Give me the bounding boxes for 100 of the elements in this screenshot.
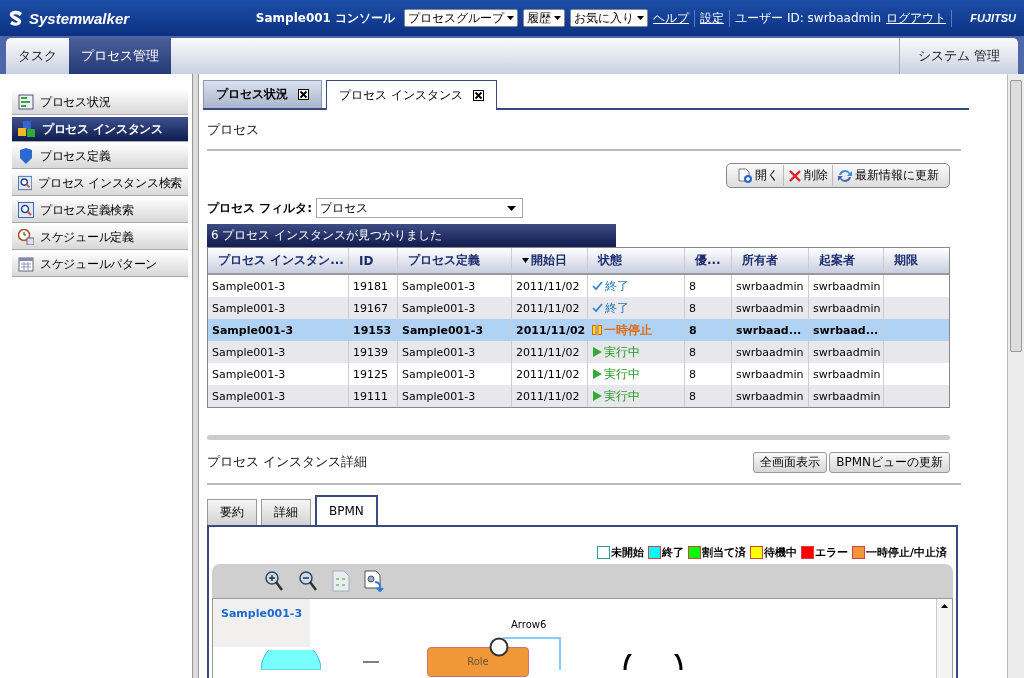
close-icon[interactable] bbox=[472, 90, 484, 101]
boundary-event-circle bbox=[489, 637, 509, 657]
column-header[interactable]: プロセス定義 bbox=[398, 248, 512, 273]
status-text: 実行中 bbox=[604, 365, 640, 383]
column-header[interactable]: プロセス インスタン... bbox=[208, 248, 349, 273]
main-tab[interactable]: タスク bbox=[6, 38, 69, 74]
sidebar-item[interactable]: プロセス インスタンス検索 bbox=[12, 171, 188, 196]
scrollbar[interactable] bbox=[1007, 74, 1024, 678]
sort-icon bbox=[522, 258, 529, 263]
header-link[interactable]: ヘルプ bbox=[653, 9, 696, 27]
check-icon bbox=[592, 281, 603, 291]
view-button[interactable]: BPMNビューの更新 bbox=[829, 452, 950, 473]
console-title: Sample001 コンソール bbox=[255, 9, 396, 27]
logout-link[interactable]: ログアウト bbox=[886, 9, 953, 27]
splitter-handle[interactable] bbox=[192, 74, 199, 678]
menu-dropdown[interactable]: プロセスグループ bbox=[404, 9, 519, 27]
status-text: 終了 bbox=[605, 299, 629, 317]
status-text: 終了 bbox=[605, 277, 629, 295]
calendar-icon bbox=[18, 256, 34, 272]
table-cell: swrbaadmin bbox=[732, 385, 809, 407]
column-header[interactable]: 期限 bbox=[884, 248, 949, 273]
filter-label: プロセス フィルタ: bbox=[207, 199, 312, 217]
action-button[interactable]: 開く bbox=[733, 165, 784, 186]
menu-dropdown[interactable]: 履歴 bbox=[523, 9, 566, 27]
table-row[interactable]: Sample001-3 19111 Sample001-3 2011/11/02 実行中 8 swrbaadmin swrbaadmin bbox=[208, 385, 949, 407]
close-icon bbox=[788, 168, 802, 183]
content-tab[interactable]: プロセス状況 bbox=[203, 80, 322, 108]
table-cell: 2011/11/02 bbox=[512, 385, 588, 407]
main-tab[interactable]: システム 管理 bbox=[898, 38, 1018, 74]
detail-tab[interactable]: 要約 bbox=[207, 499, 257, 525]
sidebar-item[interactable]: プロセス定義検索 bbox=[12, 198, 188, 223]
zoom-out-icon[interactable] bbox=[298, 570, 318, 592]
table-cell: Sample001-3 bbox=[208, 385, 349, 407]
table-cell: 19139 bbox=[349, 341, 398, 363]
connector-line bbox=[503, 637, 561, 670]
status-text: 実行中 bbox=[604, 387, 640, 405]
user-id: ユーザー ID: swrbaadmin bbox=[735, 9, 882, 27]
legend-label: 割当て済 bbox=[701, 545, 746, 560]
main-tab[interactable]: プロセス管理 bbox=[69, 38, 171, 74]
column-header[interactable]: 状態 bbox=[588, 248, 685, 273]
pool-label: Sample001-3 bbox=[213, 599, 311, 647]
detail-tab[interactable]: 詳細 bbox=[261, 499, 311, 525]
flow-line bbox=[363, 661, 379, 663]
search-icon bbox=[18, 202, 34, 218]
table-row[interactable]: Sample001-3 19167 Sample001-3 2011/11/02 終了 8 swrbaadmin swrbaadmin bbox=[208, 297, 949, 319]
zoom-in-icon[interactable] bbox=[264, 570, 284, 592]
app-logo: Systemwalker bbox=[8, 9, 130, 27]
chart-icon bbox=[18, 94, 34, 110]
view-button[interactable]: 全画面表示 bbox=[753, 452, 828, 473]
table-cell: 2011/11/02 bbox=[512, 341, 588, 363]
legend-label: 一時停止/中止済 bbox=[865, 545, 947, 560]
document-plus-icon bbox=[737, 167, 753, 184]
export-icon[interactable] bbox=[364, 570, 384, 592]
action-button[interactable]: 削除 bbox=[784, 165, 833, 186]
sidebar-item[interactable]: スケジュール定義 bbox=[12, 225, 188, 250]
task-node: Role bbox=[427, 647, 529, 677]
scrollbar[interactable] bbox=[936, 599, 952, 678]
caret-icon bbox=[507, 205, 516, 211]
status-text: 一時停止 bbox=[604, 321, 652, 339]
column-header[interactable]: 起案者 bbox=[809, 248, 884, 273]
legend-label: 未開始 bbox=[610, 545, 644, 560]
arrow-label: Arrow6 bbox=[511, 619, 547, 630]
brand-logo: FUJITSU bbox=[970, 12, 1016, 24]
check-icon bbox=[592, 303, 603, 313]
column-header[interactable]: 優... bbox=[685, 248, 732, 273]
sidebar-item[interactable]: プロセス状況 bbox=[12, 90, 188, 115]
action-button[interactable]: 最新情報に更新 bbox=[833, 165, 943, 186]
refresh-icon bbox=[837, 167, 853, 184]
scroll-up-icon[interactable] bbox=[941, 604, 948, 608]
table-cell: 8 bbox=[685, 385, 732, 407]
menu-dropdown[interactable]: お気に入り bbox=[570, 9, 649, 27]
play-icon bbox=[592, 347, 602, 357]
table-cell: swrbaadmin bbox=[732, 341, 809, 363]
column-header[interactable]: 所有者 bbox=[732, 248, 809, 273]
close-icon[interactable] bbox=[298, 89, 309, 100]
play-icon bbox=[592, 369, 602, 379]
result-banner: 6 プロセス インスタンスが見つかりました bbox=[207, 224, 616, 247]
table-cell: 8 bbox=[685, 341, 732, 363]
caret-icon bbox=[507, 16, 515, 20]
sidebar-item[interactable]: プロセス インスタンス bbox=[12, 117, 188, 142]
detail-tab[interactable]: BPMN bbox=[315, 495, 378, 525]
column-header[interactable]: 開始日 bbox=[512, 248, 588, 273]
legend-label: エラー bbox=[814, 545, 848, 560]
search-icon bbox=[18, 175, 33, 191]
header-link[interactable]: 設定 bbox=[700, 9, 731, 27]
column-header[interactable]: ID bbox=[349, 248, 398, 273]
sidebar-item[interactable]: スケジュールパターン bbox=[12, 252, 188, 277]
cubes-icon bbox=[18, 121, 36, 137]
sidebar-item[interactable]: プロセス定義 bbox=[12, 144, 188, 169]
clock-icon bbox=[18, 229, 34, 245]
splitter-handle[interactable] bbox=[207, 435, 950, 440]
table-cell: swrbaadmin bbox=[809, 385, 884, 407]
table-row[interactable]: Sample001-3 19153 Sample001-3 2011/11/02 一時停止 8 swrbaad... swrbaad... bbox=[208, 319, 949, 341]
pause-icon bbox=[592, 325, 602, 335]
table-cell: swrbaadmin bbox=[809, 341, 884, 363]
content-tab[interactable]: プロセス インスタンス bbox=[326, 80, 497, 110]
table-row[interactable]: Sample001-3 19139 Sample001-3 2011/11/02 実行中 8 swrbaadmin swrbaadmin bbox=[208, 341, 949, 363]
legend-label: 終了 bbox=[661, 545, 684, 560]
filter-select[interactable]: プロセス bbox=[316, 198, 523, 218]
caret-icon bbox=[554, 16, 562, 20]
